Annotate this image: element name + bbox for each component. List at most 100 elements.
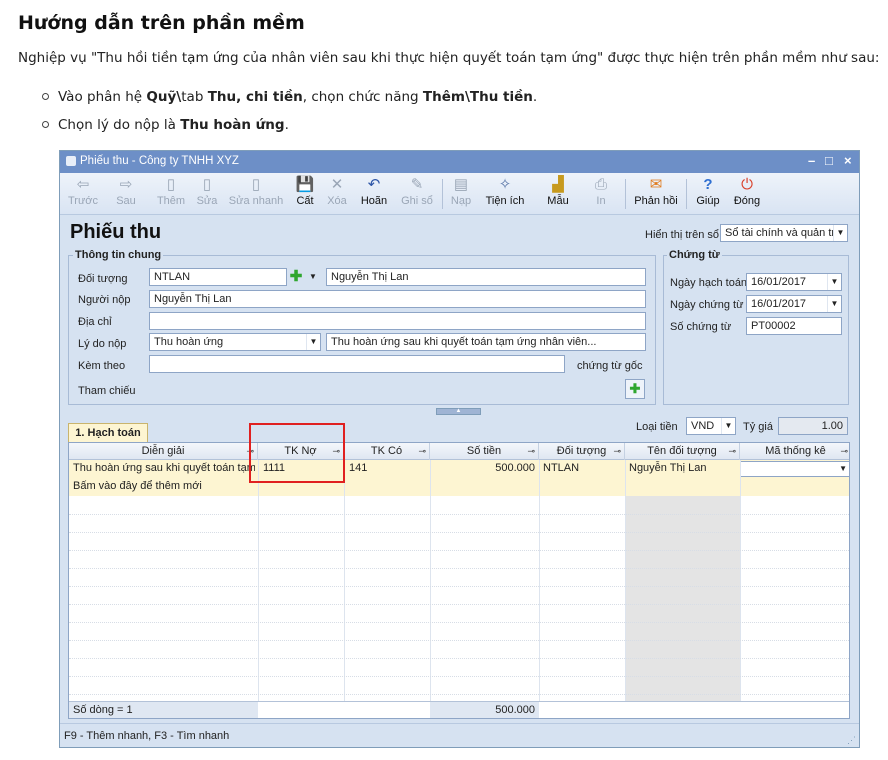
post-icon: ✎	[410, 176, 424, 193]
toolbar-template-button[interactable]: ▟ Mẫu	[544, 175, 572, 207]
add-reference-button[interactable]: ✚	[625, 379, 645, 399]
display-book-value: Sổ tài chính và quản trị	[725, 227, 838, 239]
object-name-input[interactable]: Nguyễn Thị Lan	[326, 268, 646, 286]
chevron-down-icon: ▼	[827, 274, 841, 290]
toolbar-quick-edit-button[interactable]: ▯ Sửa nhanh	[228, 175, 284, 207]
pin-icon[interactable]: ⊸	[418, 443, 426, 459]
grid-row-line	[69, 622, 849, 623]
toolbar-save-label: Cất	[296, 195, 314, 207]
stat-code-select[interactable]: ▼	[740, 461, 849, 477]
cell-amount[interactable]: 500.000	[430, 460, 535, 477]
toolbar-feedback-button[interactable]: ✉ Phản hồi	[631, 175, 681, 207]
cell-object-name[interactable]: Nguyễn Thị Lan	[629, 460, 739, 477]
accounting-grid: Diễn giải ⊸ TK Nợ ⊸ TK Có ⊸ Số tiền ⊸ Đối tư…	[68, 442, 850, 719]
col-header-object-text: Đối tượng	[556, 445, 607, 457]
maximize-button[interactable]: □	[825, 153, 833, 168]
voucher-number-input[interactable]: PT00002	[746, 317, 842, 335]
object-dropdown-icon[interactable]: ▼	[306, 268, 320, 286]
display-book-select[interactable]: Sổ tài chính và quản trị ▼	[720, 224, 848, 242]
close-button[interactable]: ×	[844, 153, 852, 168]
cell-object[interactable]: NTLAN	[543, 460, 623, 477]
grid-row-line	[69, 550, 849, 551]
reason-select[interactable]: Thu hoàn ứng ▼	[149, 333, 321, 351]
save-icon: 💾	[295, 176, 315, 193]
toolbar-edit-label: Sửa	[196, 195, 218, 207]
minimize-button[interactable]: –	[808, 153, 815, 168]
col-header-amount[interactable]: Số tiền ⊸	[430, 443, 539, 460]
col-header-stat-code-text: Mã thống kê	[765, 445, 826, 457]
help-icon: ?	[703, 176, 713, 193]
voucher-date-value: 16/01/2017	[751, 298, 807, 310]
splitter-handle[interactable]: ▲	[436, 408, 481, 415]
toolbar-save-button[interactable]: 💾 Cất	[292, 175, 318, 207]
toolbar-print-label: In	[596, 195, 606, 207]
toolbar-print-button[interactable]: ⎙ In	[588, 175, 614, 207]
voucher-date-picker[interactable]: 16/01/2017 ▼	[746, 295, 842, 313]
col-header-object[interactable]: Đối tượng ⊸	[539, 443, 625, 460]
toolbar-undo-button[interactable]: ↶ Hoãn	[357, 175, 391, 207]
payer-input[interactable]: Nguyễn Thị Lan	[149, 290, 646, 308]
toolbar-edit-button[interactable]: ▯ Sửa	[192, 175, 222, 207]
attachment-input[interactable]	[149, 355, 565, 373]
col-header-description[interactable]: Diễn giải ⊸	[69, 443, 258, 460]
toolbar-post-label: Ghi sổ	[401, 195, 433, 207]
toolbar-template-label: Mẫu	[547, 195, 569, 207]
payer-label: Người nộp	[78, 294, 131, 306]
window-title-bar: Phiếu thu - Công ty TNHH XYZ – □ ×	[60, 151, 859, 173]
step-2: Chọn lý do nộp là Thu hoàn ứng.	[42, 116, 537, 144]
toolbar-delete-button[interactable]: ✕ Xóa	[324, 175, 350, 207]
cell-description[interactable]: Thu hoàn ứng sau khi quyết toán tạm ứ	[73, 460, 255, 477]
toolbar-utilities-label: Tiện ích	[485, 195, 525, 207]
toolbar-prev-button[interactable]: ⇦ Trước	[65, 175, 101, 207]
status-bar: F9 - Thêm nhanh, F3 - Tìm nhanh ⋰	[60, 723, 859, 747]
posting-date-picker[interactable]: 16/01/2017 ▼	[746, 273, 842, 291]
attachment-label: Kèm theo	[78, 360, 126, 372]
step-1-bold-c: Thêm\Thu tiền	[422, 89, 533, 105]
grid-row-line	[69, 676, 849, 677]
pin-icon[interactable]: ⊸	[728, 443, 736, 459]
footer-spacer	[539, 702, 849, 718]
resize-grip-icon[interactable]: ⋰	[847, 735, 856, 746]
step-1-bold-a: Quỹ\	[146, 89, 182, 105]
highlight-annotation	[249, 423, 345, 483]
tab-accounting[interactable]: 1. Hạch toán	[68, 423, 148, 442]
step-2-text-a: Chọn lý do nộp là	[58, 117, 181, 133]
pin-icon[interactable]: ⊸	[527, 443, 535, 459]
grid-row-line	[69, 604, 849, 605]
exchange-rate-input[interactable]: 1.00	[778, 417, 848, 435]
toolbar-add-button[interactable]: ▯ Thêm	[154, 175, 188, 207]
toolbar-close-button[interactable]: ⏻ Đóng	[731, 175, 763, 207]
toolbar-next-button[interactable]: ⇨ Sau	[110, 175, 142, 207]
toolbar-delete-label: Xóa	[327, 195, 347, 207]
receipt-window: Phiếu thu - Công ty TNHH XYZ – □ × ⇦ Trướ…	[59, 150, 860, 748]
article-heading: Hướng dẫn trên phần mềm	[18, 12, 305, 34]
address-input[interactable]	[149, 312, 646, 330]
col-header-stat-code[interactable]: Mã thống kê ⊸	[740, 443, 849, 460]
currency-select[interactable]: VND ▼	[686, 417, 736, 435]
toolbar-help-button[interactable]: ? Giúp	[693, 175, 723, 207]
general-info-title: Thông tin chung	[73, 249, 164, 261]
col-header-object-name-text: Tên đối tượng	[647, 445, 717, 457]
reason-description-input[interactable]: Thu hoàn ứng sau khi quyết toán tạm ứng …	[326, 333, 646, 351]
exchange-rate-label: Tỷ giá	[743, 421, 773, 433]
chevron-down-icon: ▼	[839, 464, 847, 473]
grid-row-line	[69, 658, 849, 659]
grid-row-line	[69, 586, 849, 587]
add-new-hint[interactable]: Bấm vào đây để thêm mới	[73, 478, 273, 495]
col-header-object-name[interactable]: Tên đối tượng ⊸	[625, 443, 740, 460]
currency-label: Loại tiền	[636, 421, 678, 433]
toolbar-quick-edit-label: Sửa nhanh	[228, 195, 284, 207]
col-header-credit-account[interactable]: TK Có ⊸	[344, 443, 430, 460]
object-code-input[interactable]: NTLAN	[149, 268, 287, 286]
toolbar-post-button[interactable]: ✎ Ghi sổ	[397, 175, 437, 207]
grid-vline	[258, 460, 259, 703]
step-2-text-b: .	[284, 117, 289, 133]
app-icon	[66, 156, 76, 166]
add-object-icon[interactable]: ✚	[287, 268, 305, 286]
cell-credit-account[interactable]: 141	[349, 460, 427, 477]
pin-icon[interactable]: ⊸	[840, 443, 848, 459]
toolbar-load-button[interactable]: ▤ Nạp	[448, 175, 474, 207]
total-amount: 500.000	[495, 704, 535, 716]
pin-icon[interactable]: ⊸	[613, 443, 621, 459]
toolbar-utilities-button[interactable]: ✧ Tiện ích	[483, 175, 527, 207]
